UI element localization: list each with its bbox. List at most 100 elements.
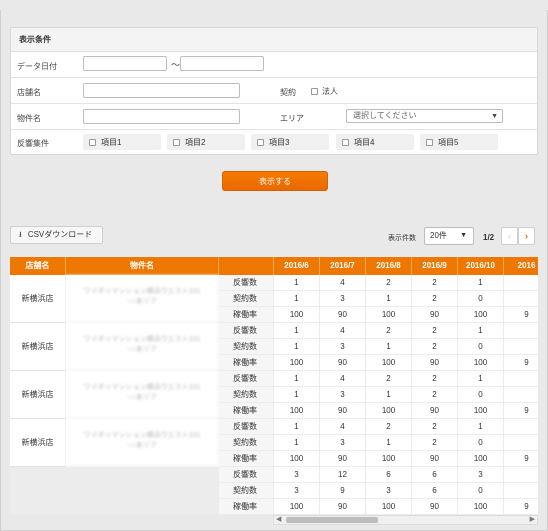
value-cell: 100 <box>458 355 504 371</box>
area-select-value: 選択してください <box>353 111 417 120</box>
total-value-cell: 90 <box>320 499 366 515</box>
item-checkbox-5[interactable]: 項目5 <box>420 134 498 150</box>
date-to-input[interactable] <box>180 56 264 71</box>
data-date-label: データ日付 <box>17 62 57 71</box>
value-cell: 100 <box>458 307 504 323</box>
value-cell: 3 <box>320 291 366 307</box>
checkbox-box[interactable] <box>342 138 349 146</box>
property-line: ○○あリア <box>127 298 157 305</box>
value-cell: 4 <box>320 323 366 339</box>
total-value-cell: 3 <box>274 467 320 483</box>
shop-name-input[interactable] <box>83 83 240 98</box>
date-row: データ日付 ～ <box>11 52 537 78</box>
property-cell: ワイポッマンション横浜ウエスト101 ○○あリア <box>66 419 219 467</box>
value-cell: 9 <box>504 403 538 419</box>
metric-label: 反響数 <box>219 371 274 387</box>
value-cell: 1 <box>458 275 504 291</box>
checkbox-box[interactable] <box>257 138 264 146</box>
property-input[interactable] <box>83 109 240 124</box>
metric-label: 契約数 <box>219 291 274 307</box>
count-value: 20件 <box>430 231 447 240</box>
metric-label: 稼働率 <box>219 355 274 371</box>
checkbox-box[interactable] <box>311 88 318 95</box>
prev-page-button[interactable]: ‹ <box>501 227 518 245</box>
value-cell: 100 <box>274 307 320 323</box>
header-metric <box>219 257 274 275</box>
value-cell <box>504 323 538 339</box>
value-cell <box>504 419 538 435</box>
total-metric-label: 契約数 <box>219 483 274 499</box>
item-checkbox-4[interactable]: 項目4 <box>336 134 414 150</box>
property-cell: ワイポッマンション横浜ウエスト101 ○○あリア <box>66 323 219 371</box>
total-value-cell: 100 <box>458 499 504 515</box>
item-label: 項目3 <box>269 137 290 147</box>
value-cell <box>504 275 538 291</box>
next-page-button[interactable]: › <box>518 227 535 245</box>
area-select[interactable]: 選択してください ▼ <box>346 109 503 123</box>
value-cell: 100 <box>366 355 412 371</box>
value-cell: 0 <box>458 291 504 307</box>
total-value-cell <box>504 483 538 499</box>
value-cell: 90 <box>320 451 366 467</box>
pager-text: 1/2 <box>483 233 495 242</box>
scroll-right-icon[interactable]: ▶ <box>530 515 535 523</box>
item-checkbox-3[interactable]: 項目3 <box>251 134 329 150</box>
value-cell: 4 <box>320 371 366 387</box>
value-cell: 2 <box>412 323 458 339</box>
value-cell: 90 <box>412 403 458 419</box>
value-cell: 90 <box>320 355 366 371</box>
shop-cell: 新横浜店 <box>10 371 66 419</box>
date-from-input[interactable] <box>83 56 167 71</box>
property-line: ○○あリア <box>127 442 157 449</box>
value-cell: 1 <box>366 339 412 355</box>
checkbox-box[interactable] <box>426 138 433 146</box>
scroll-left-icon[interactable]: ◀ <box>276 515 281 523</box>
value-cell: 2 <box>412 435 458 451</box>
value-cell: 90 <box>412 355 458 371</box>
item-checkbox-2[interactable]: 項目2 <box>167 134 245 150</box>
value-cell: 2 <box>366 371 412 387</box>
table-header: 店舗名 物件名 2016/6 2016/7 2016/8 2016/9 2016/10 2… <box>10 257 538 275</box>
property-line: ○○あリア <box>127 346 157 353</box>
value-cell <box>504 291 538 307</box>
csv-download-button[interactable]: ⭳ CSVダウンロード <box>10 226 103 244</box>
value-cell: 4 <box>320 419 366 435</box>
value-cell: 100 <box>274 355 320 371</box>
corporate-checkbox[interactable]: 法人 <box>311 86 338 97</box>
property-line: ワイポッマンション横浜ウエスト101 <box>83 384 201 391</box>
total-value-cell <box>504 467 538 483</box>
value-cell: 100 <box>274 403 320 419</box>
chevron-down-icon: ▼ <box>460 232 467 239</box>
total-value-cell: 6 <box>412 467 458 483</box>
value-cell: 2 <box>412 387 458 403</box>
horizontal-scrollbar[interactable]: ◀ ▶ <box>273 515 538 525</box>
item-label: 項目4 <box>354 137 375 147</box>
value-cell <box>504 435 538 451</box>
checkbox-box[interactable] <box>173 138 180 146</box>
value-cell: 2 <box>412 371 458 387</box>
shop-cell: 新横浜店 <box>10 275 66 323</box>
item-label: 項目2 <box>185 137 206 147</box>
response-condition-label: 反響集件 <box>17 139 49 148</box>
show-button[interactable]: 表示する <box>222 171 328 191</box>
scrollbar-thumb[interactable] <box>286 517 378 523</box>
value-cell: 1 <box>274 339 320 355</box>
metric-label: 契約数 <box>219 339 274 355</box>
value-cell: 1 <box>458 419 504 435</box>
item-label: 項目1 <box>101 137 122 147</box>
item-checkbox-1[interactable]: 項目1 <box>83 134 161 150</box>
value-cell: 2 <box>366 419 412 435</box>
value-cell: 90 <box>320 403 366 419</box>
total-value-cell: 100 <box>274 499 320 515</box>
value-cell <box>504 387 538 403</box>
total-value-cell: 12 <box>320 467 366 483</box>
value-cell: 9 <box>504 355 538 371</box>
top-bar <box>0 0 548 10</box>
shop-row: 店舗名 契約 法人 <box>11 78 537 104</box>
value-cell: 90 <box>412 307 458 323</box>
count-select[interactable]: 20件 ▼ <box>424 227 474 245</box>
checkbox-box[interactable] <box>89 138 96 146</box>
header-month: 2016/9 <box>412 257 458 275</box>
property-line: ワイポッマンション横浜ウエスト101 <box>83 288 201 295</box>
metric-label: 稼働率 <box>219 403 274 419</box>
